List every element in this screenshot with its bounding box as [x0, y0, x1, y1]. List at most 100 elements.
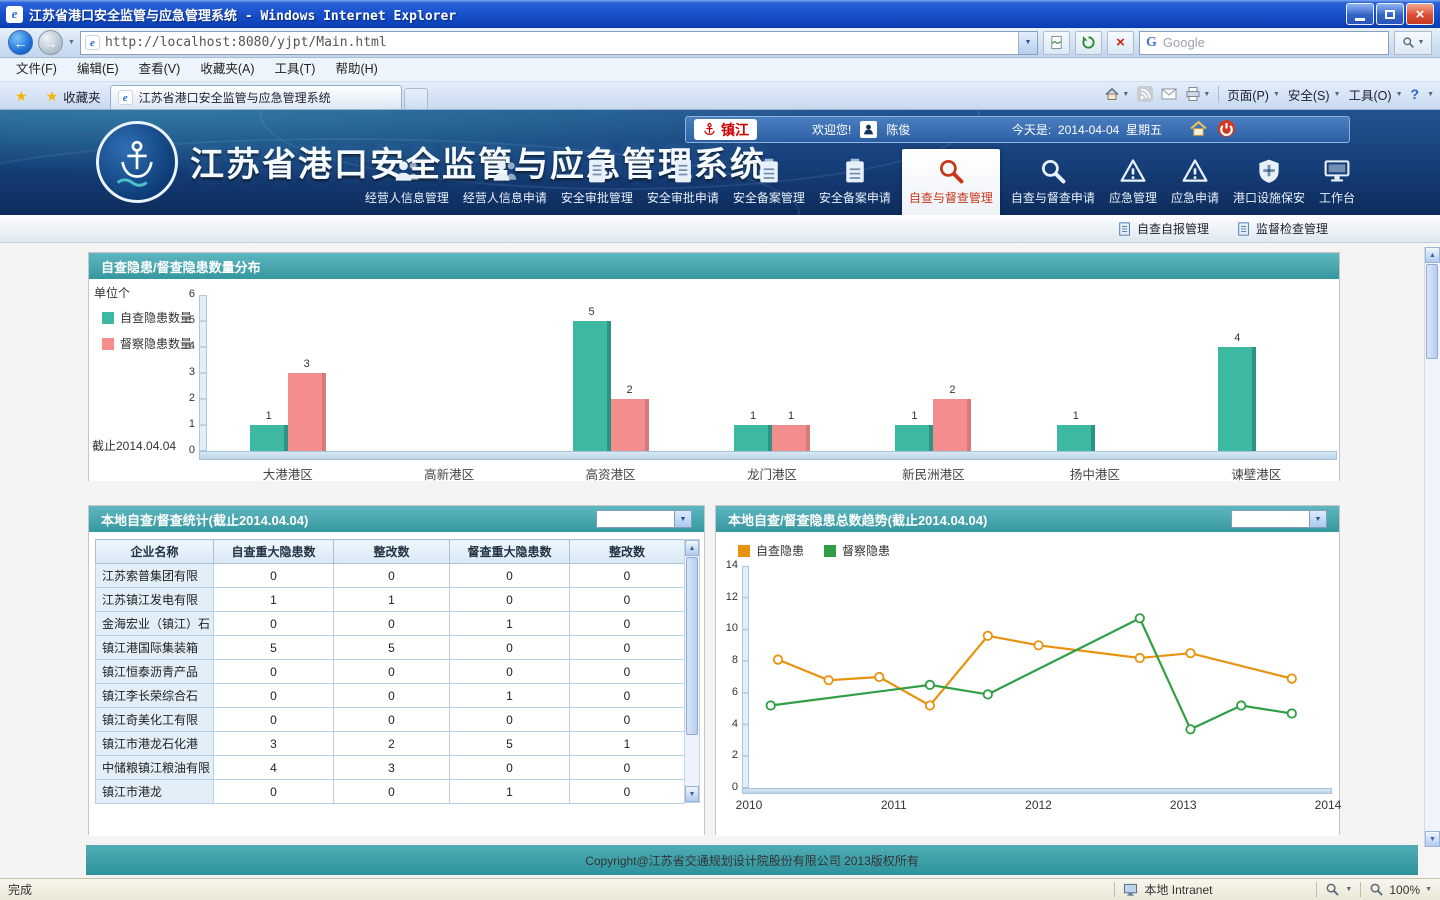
nav-item[interactable]: 港口设施保安	[1226, 157, 1312, 215]
table-row[interactable]: 镇江港国际集装箱5500	[96, 636, 685, 660]
feeds-button[interactable]	[1137, 86, 1153, 102]
menu-item[interactable]: 编辑(E)	[67, 58, 129, 81]
refresh-button[interactable]	[1075, 31, 1102, 55]
safety-menu-button[interactable]: 安全(S)▼	[1288, 85, 1341, 104]
menu-item[interactable]: 工具(T)	[264, 58, 325, 81]
value-cell: 2	[334, 732, 450, 756]
nav-item[interactable]: 安全备案申请	[812, 157, 898, 215]
help-button[interactable]: ?	[1411, 86, 1420, 102]
subnav-item[interactable]: 监督检查管理	[1237, 220, 1328, 237]
chevron-down-icon: ▼	[674, 511, 691, 527]
subnav-item-label: 监督检查管理	[1256, 220, 1328, 237]
category-label: 谏壁港区	[1176, 464, 1337, 483]
minimize-button[interactable]	[1346, 3, 1374, 25]
logout-button[interactable]	[1217, 119, 1236, 141]
nav-item[interactable]: 经营人信息管理	[358, 157, 456, 215]
nav-item[interactable]: 应急管理	[1102, 157, 1164, 215]
nav-item-active[interactable]: 自查与督查管理	[902, 149, 1000, 215]
nav-item[interactable]: 安全备案管理	[726, 157, 812, 215]
table-row[interactable]: 中储粮镇江粮油有限4300	[96, 756, 685, 780]
menu-item[interactable]: 查看(V)	[129, 58, 191, 81]
page-scrollbar[interactable]: ▲ ▼	[1424, 247, 1440, 847]
sub-nav: 自查自报管理 监督检查管理	[0, 215, 1440, 243]
search-input[interactable]	[1163, 35, 1388, 50]
company-name-cell: 镇江港国际集装箱	[96, 636, 214, 660]
new-tab-button[interactable]	[404, 88, 428, 109]
table-row[interactable]: 镇江市港龙0010	[96, 780, 685, 804]
zoom-control[interactable]: 100% ▼	[1369, 882, 1432, 897]
scroll-thumb[interactable]	[1426, 264, 1438, 359]
browser-tab[interactable]: e 江苏省港口安全监管与应急管理系统	[110, 85, 402, 109]
scroll-down-button[interactable]: ▼	[685, 786, 699, 802]
table-row[interactable]: 江苏镇江发电有限1100	[96, 588, 685, 612]
address-toolbar: ← → ▼ e ▼ × G ▼	[0, 28, 1440, 58]
protected-mode-button[interactable]: ▼	[1325, 882, 1352, 897]
nav-item[interactable]: 自查与督查申请	[1004, 157, 1102, 215]
toolbar-separator	[1218, 86, 1219, 102]
menu-item[interactable]: 收藏夹(A)	[190, 58, 264, 81]
user-icon	[860, 121, 877, 138]
close-button[interactable]: ×	[1406, 3, 1434, 25]
panel-header: 自查隐患/督查隐患数量分布	[89, 253, 1339, 279]
nav-item[interactable]: 工作台	[1312, 157, 1362, 215]
home-button[interactable]: ▼	[1104, 86, 1129, 102]
table-row[interactable]: 金海宏业（镇江）石0010	[96, 612, 685, 636]
nav-item[interactable]: 应急申请	[1164, 157, 1226, 215]
nav-item[interactable]: 经营人信息申请	[456, 157, 554, 215]
value-cell: 0	[334, 660, 450, 684]
trend-filter-select[interactable]: ▼	[1231, 510, 1327, 528]
page-menu-button[interactable]: 页面(P)▼	[1227, 85, 1280, 104]
site-header: 江苏省港口安全监管与应急管理系统 镇江 欢迎您! 陈俊 今天是: 2014-04…	[0, 110, 1440, 215]
print-button[interactable]: ▼	[1185, 86, 1210, 102]
company-name-cell: 镇江恒泰沥青产品	[96, 660, 214, 684]
table-row[interactable]: 镇江市港龙石化港3251	[96, 732, 685, 756]
title-bar[interactable]: e 江苏省港口安全监管与应急管理系统 - Windows Internet Ex…	[0, 0, 1440, 28]
company-name-cell: 镇江奇美化工有限	[96, 708, 214, 732]
tools-menu-button[interactable]: 工具(O)▼	[1349, 85, 1403, 104]
maximize-button[interactable]	[1376, 3, 1404, 25]
nav-item[interactable]: 安全审批管理	[554, 157, 640, 215]
scroll-up-button[interactable]: ▲	[1425, 247, 1440, 263]
users-icon	[491, 157, 519, 185]
search-button[interactable]: ▼	[1394, 31, 1432, 55]
nav-item-label: 安全备案管理	[733, 189, 805, 206]
scroll-up-button[interactable]: ▲	[685, 540, 699, 556]
city-label: 镇江	[721, 120, 749, 140]
chevron-down-icon: ▼	[1273, 91, 1280, 98]
x-axis-label: 2014	[1306, 798, 1350, 812]
address-bar[interactable]: e ▼	[80, 31, 1038, 55]
stop-button[interactable]: ×	[1107, 31, 1134, 55]
mail-button[interactable]	[1161, 86, 1177, 102]
search-box[interactable]: G	[1139, 31, 1389, 55]
tab-icon: e	[118, 90, 133, 105]
home-shortcut-button[interactable]	[1189, 119, 1208, 141]
table-row[interactable]: 镇江奇美化工有限0000	[96, 708, 685, 732]
address-dropdown-button[interactable]: ▼	[1018, 32, 1037, 54]
table-row[interactable]: 江苏索普集团有限0000	[96, 564, 685, 588]
bar-value-label: 1	[772, 410, 810, 422]
table-scrollbar[interactable]: ▲ ▼	[684, 539, 700, 803]
add-favorite-button[interactable]: ★	[6, 84, 37, 108]
scroll-thumb[interactable]	[686, 557, 698, 735]
page-footer: Copyright@江苏省交通规划设计院股份有限公司 2013版权所有	[86, 845, 1418, 875]
value-cell: 1	[450, 612, 570, 636]
table-row[interactable]: 镇江恒泰沥青产品0000	[96, 660, 685, 684]
status-separator	[1114, 882, 1115, 897]
history-dropdown-icon[interactable]: ▼	[68, 39, 75, 46]
forward-button[interactable]: →	[38, 30, 63, 55]
address-input[interactable]	[105, 35, 1013, 50]
table-row[interactable]: 镇江李长荣综合石0010	[96, 684, 685, 708]
company-filter-select[interactable]: ▼	[596, 510, 692, 528]
favorites-button[interactable]: ★ 收藏夹	[37, 84, 110, 108]
compatibility-view-button[interactable]	[1043, 31, 1070, 55]
menu-item[interactable]: 帮助(H)	[325, 58, 387, 81]
menu-item[interactable]: 文件(F)	[6, 58, 67, 81]
chevron-down-icon: ▼	[1427, 91, 1434, 98]
back-button[interactable]: ←	[8, 30, 33, 55]
subnav-item[interactable]: 自查自报管理	[1118, 220, 1209, 237]
nav-item[interactable]: 安全审批申请	[640, 157, 726, 215]
scroll-down-button[interactable]: ▼	[1425, 831, 1440, 847]
legend-label: 督察隐患	[842, 542, 890, 559]
category-label: 大港港区	[207, 464, 368, 483]
value-cell: 0	[334, 780, 450, 804]
